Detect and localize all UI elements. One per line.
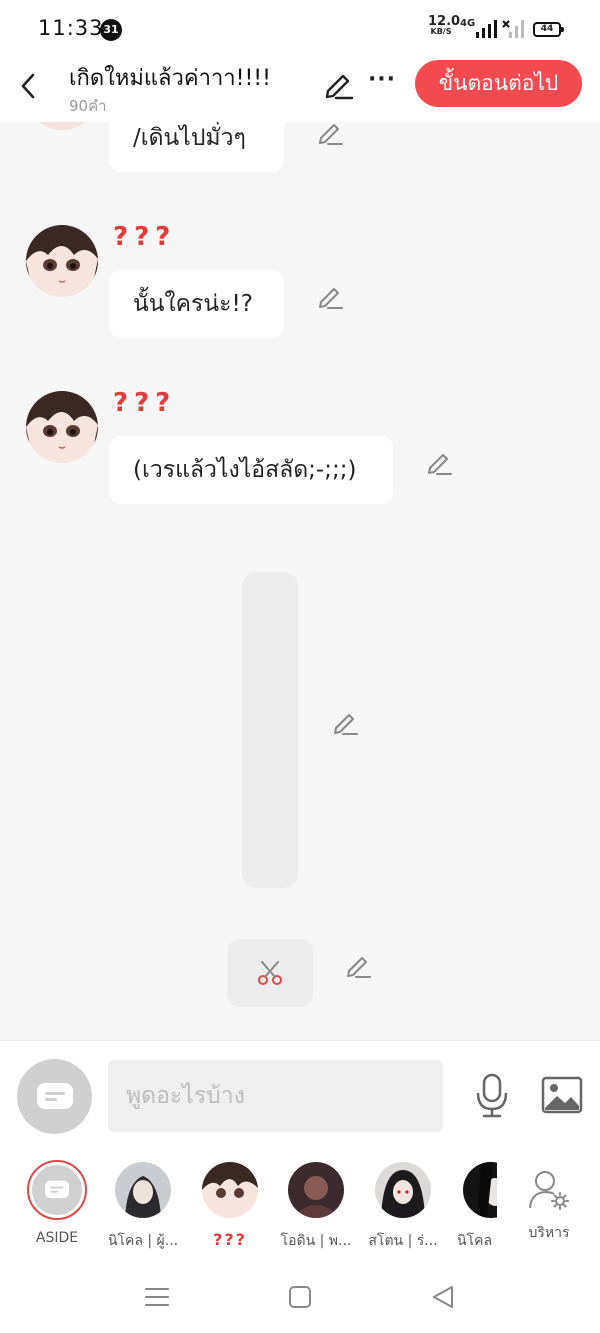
header: เกิดใหม่แล้วค่าาา!!!! 90คำ ··· ขั้นตอนต่… <box>0 58 600 122</box>
image-icon[interactable] <box>541 1076 583 1114</box>
back-arrow-icon <box>21 73 35 99</box>
back-triangle-icon[interactable] <box>428 1282 458 1312</box>
network-speed-value: 12.0 <box>428 14 461 29</box>
word-count: 90คำ <box>69 97 107 115</box>
network-speed: 12.0 KB/S <box>428 14 461 37</box>
home-square-icon[interactable] <box>285 1282 315 1312</box>
sender-avatar[interactable] <box>26 225 98 297</box>
character-name: ASIDE <box>35 1230 79 1246</box>
message-text: นั้นใครน่ะ!? <box>133 291 253 317</box>
character-bar: ASIDE นิโคล | ผู้... ??? โอดิน | พ... สโ… <box>0 1150 600 1260</box>
microphone-icon[interactable] <box>474 1073 510 1119</box>
character-name: นิโคล | ผู้... <box>107 1233 179 1249</box>
message-bubble[interactable]: นั้นใครน่ะ!? <box>109 270 284 338</box>
sender-avatar[interactable] <box>26 391 98 463</box>
page-title: เกิดใหม่แล้วค่าาา!!!! <box>69 66 271 91</box>
aside-avatar <box>27 1160 87 1220</box>
empty-message-bubble[interactable] <box>242 572 298 888</box>
system-nav-bar <box>0 1260 600 1333</box>
status-bar: 11:33 31 12.0 KB/S 4G 44 <box>0 0 600 58</box>
character-item[interactable]: สโตน | ร่... <box>363 1162 443 1252</box>
manage-user-icon <box>529 1171 569 1210</box>
more-options-button[interactable]: ··· <box>366 62 398 102</box>
network-type: 4G <box>460 18 476 29</box>
edit-message-pencil-icon[interactable] <box>331 708 359 736</box>
character-name: สโตน | ร่... <box>368 1233 438 1249</box>
chat-area[interactable]: /เดินไปมั่วๆ ??? นั้นใครน่ะ!? ??? (เวรแล… <box>0 122 600 1040</box>
chat-bubble-icon <box>45 1180 69 1198</box>
character-aside[interactable]: ASIDE <box>17 1160 97 1246</box>
message-input[interactable] <box>108 1060 443 1132</box>
notification-badge: 31 <box>100 19 122 41</box>
character-name: นิโคล | <box>457 1233 497 1249</box>
edit-message-pencil-icon[interactable] <box>344 951 372 979</box>
message-text: (เวรแล้วไงไอ้สลัด;-;;;) <box>133 457 357 483</box>
character-item[interactable]: ??? <box>190 1162 270 1249</box>
avatar <box>288 1162 344 1218</box>
network-speed-unit: KB/S <box>430 27 452 36</box>
character-item[interactable]: โอดิน | พ... <box>276 1162 356 1252</box>
back-button[interactable] <box>12 66 44 106</box>
menu-icon[interactable] <box>142 1282 172 1312</box>
sender-avatar[interactable] <box>26 122 98 130</box>
edit-message-pencil-icon[interactable] <box>316 282 344 310</box>
character-name: โอดิน | พ... <box>280 1233 352 1249</box>
avatar <box>375 1162 431 1218</box>
input-bar <box>0 1040 600 1150</box>
scissors-icon <box>258 961 282 985</box>
message-bubble[interactable]: /เดินไปมั่วๆ <box>109 122 284 172</box>
signal-off-icon <box>502 20 524 38</box>
chat-bubble-icon <box>36 1082 73 1109</box>
sender-name: ??? <box>113 388 177 418</box>
edit-message-pencil-icon[interactable] <box>425 448 453 476</box>
signal-icon <box>476 20 497 38</box>
message-text: /เดินไปมั่วๆ <box>133 125 246 151</box>
character-name: บริหาร <box>528 1225 570 1241</box>
avatar <box>115 1162 171 1218</box>
avatar <box>202 1162 258 1218</box>
battery-icon: 44 <box>533 22 564 37</box>
message-bubble[interactable]: (เวรแล้วไงไอ้สลัด;-;;;) <box>109 436 393 504</box>
edit-message-pencil-icon[interactable] <box>316 122 344 146</box>
character-item[interactable]: นิโคล | <box>441 1162 497 1252</box>
status-time: 11:33 <box>38 16 104 40</box>
manage-characters-button[interactable]: บริหาร <box>509 1162 589 1244</box>
scene-break-button[interactable] <box>227 939 313 1007</box>
next-step-button[interactable]: ขั้นตอนต่อไป <box>415 60 582 107</box>
aside-toggle-button[interactable] <box>17 1059 92 1134</box>
character-item[interactable]: นิโคล | ผู้... <box>103 1162 183 1252</box>
sender-name: ??? <box>113 222 177 252</box>
avatar <box>463 1162 497 1218</box>
character-name: ??? <box>213 1230 247 1249</box>
edit-title-pencil-icon[interactable] <box>322 68 354 100</box>
